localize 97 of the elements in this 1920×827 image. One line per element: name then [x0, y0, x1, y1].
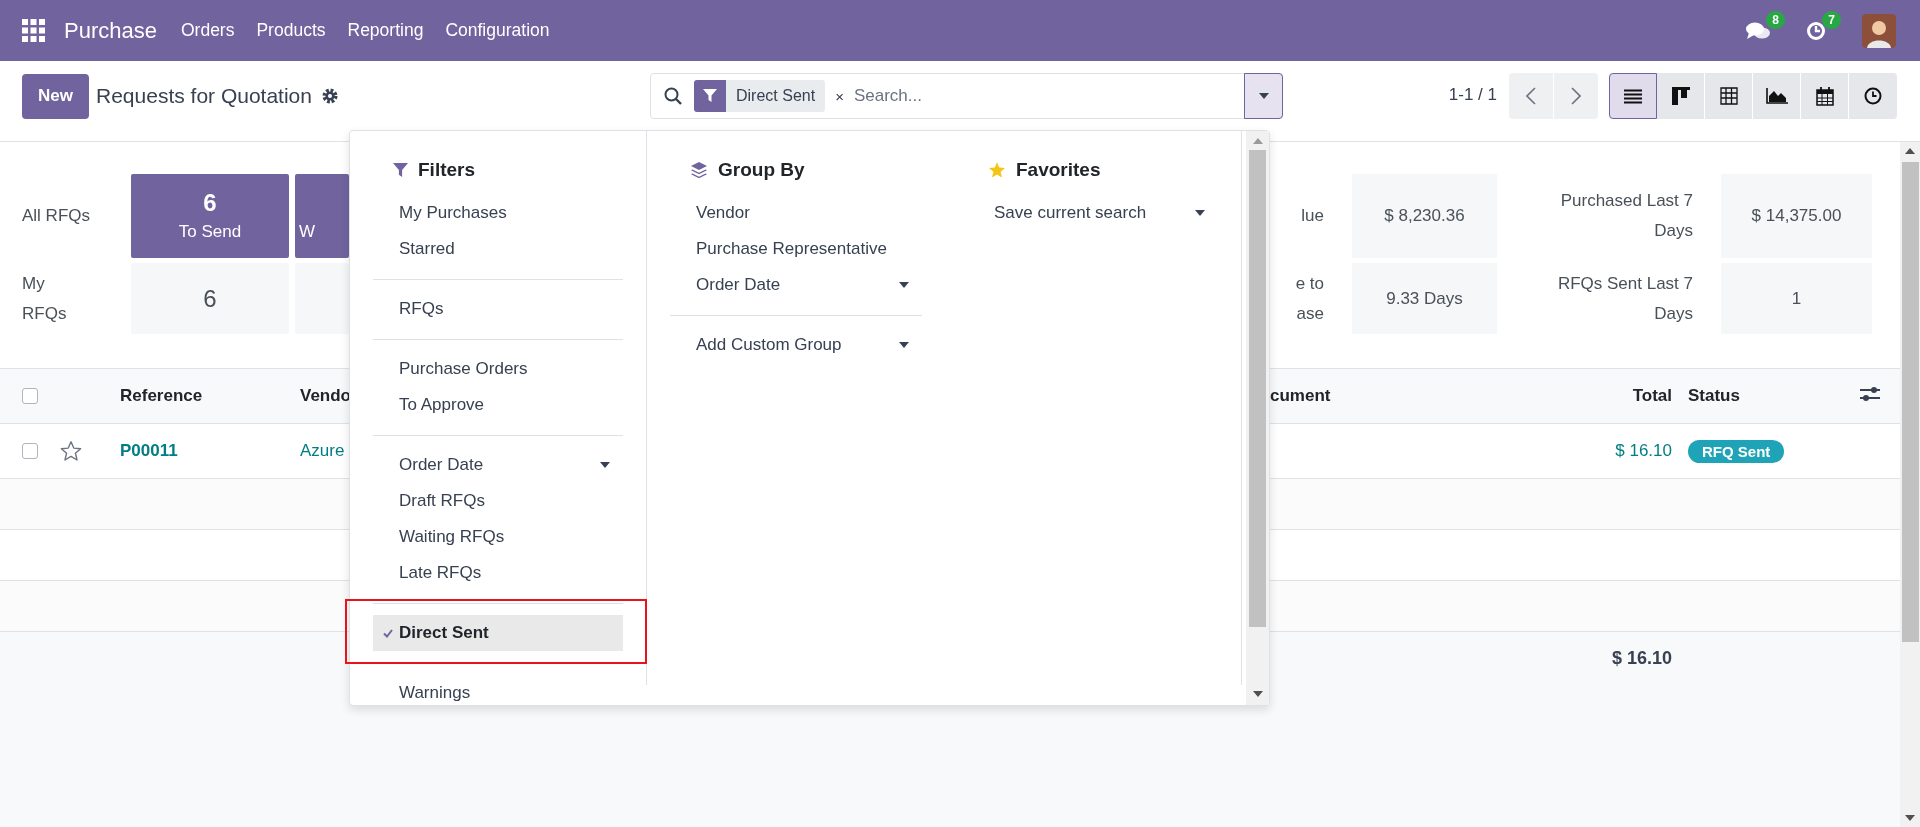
column-header[interactable]: Vendo	[300, 386, 351, 406]
scroll-up-icon[interactable]	[1905, 148, 1915, 154]
scroll-down-icon[interactable]	[1905, 815, 1915, 821]
filter-option[interactable]: Direct Sent	[373, 615, 623, 651]
page-title: Requests for Quotation	[96, 84, 312, 108]
area-chart-icon	[1765, 88, 1788, 104]
filter-option[interactable]: To Approve	[373, 387, 623, 423]
checkbox[interactable]	[22, 388, 38, 404]
filter-option[interactable]: RFQs	[373, 291, 623, 327]
calendar-view-button[interactable]	[1801, 73, 1849, 119]
caret-icon	[899, 282, 909, 288]
group-by-option[interactable]: Purchase Representative	[670, 231, 922, 267]
clock-icon	[1864, 87, 1882, 105]
new-button[interactable]: New	[22, 73, 89, 119]
stat-label: ase	[1296, 302, 1324, 325]
filter-option[interactable]: Purchase Orders	[373, 351, 623, 387]
filter-icon	[393, 162, 408, 178]
checkbox[interactable]	[22, 443, 38, 459]
group-by-option[interactable]: Vendor	[670, 195, 922, 231]
app-name[interactable]: Purchase	[64, 17, 157, 44]
stat-value[interactable]: 9.33 Days	[1352, 263, 1497, 334]
stat-label: lue	[1301, 205, 1324, 227]
search-options-toggle[interactable]	[1244, 73, 1283, 119]
star-icon	[988, 161, 1006, 179]
caret-icon	[1258, 93, 1269, 99]
sliders-icon[interactable]	[1860, 385, 1880, 402]
row-label: My RFQs	[22, 272, 68, 325]
stat-value[interactable]: $ 8,230.36	[1352, 174, 1497, 258]
total-sum: $ 16.10	[1610, 647, 1672, 669]
section-title: Favorites	[1016, 159, 1101, 181]
stat-value[interactable]: 1	[1721, 263, 1872, 334]
filter-option[interactable]: Draft RFQs	[373, 483, 623, 519]
layers-icon	[690, 161, 708, 179]
status-badge: RFQ Sent	[1688, 439, 1785, 463]
clock-icon[interactable]	[1806, 20, 1826, 41]
section-title: Group By	[718, 159, 805, 181]
filter-option[interactable]: Order Date	[373, 447, 623, 483]
filter-option[interactable]: My Purchases	[373, 195, 623, 231]
gear-icon[interactable]	[321, 88, 338, 104]
filter-option[interactable]: Warnings	[373, 675, 623, 711]
chat-icon[interactable]	[1746, 20, 1770, 41]
search-icon[interactable]	[664, 87, 682, 105]
stat-label: RFQs Sent Last 7 Days	[1556, 272, 1693, 325]
kanban-icon	[1671, 87, 1690, 105]
menu-item[interactable]: Products	[246, 20, 336, 41]
activity-count-badge: 7	[1822, 10, 1841, 29]
caret-icon	[899, 342, 909, 348]
stat-label: e to	[1295, 272, 1324, 295]
group-by-option[interactable]: Order Date	[670, 267, 922, 303]
column-header[interactable]: Status	[1672, 386, 1860, 406]
message-count-badge: 8	[1766, 10, 1785, 29]
menu-item[interactable]: Configuration	[435, 20, 560, 41]
stat-label: Purchased Last 7 Days	[1559, 190, 1693, 242]
chevron-left-icon	[1526, 87, 1536, 105]
remove-facet-button[interactable]: ×	[835, 87, 844, 105]
menu-item[interactable]: Save current search	[968, 195, 1218, 231]
caret-icon	[1195, 210, 1205, 216]
row-label: All RFQs	[22, 205, 91, 227]
pivot-view-button[interactable]	[1705, 73, 1753, 119]
chevron-right-icon	[1571, 87, 1581, 105]
stat-tile[interactable]	[295, 263, 349, 334]
column-header[interactable]: Total	[1560, 386, 1672, 406]
graph-view-button[interactable]	[1753, 73, 1801, 119]
list-icon	[1624, 88, 1642, 104]
scrollbar-thumb[interactable]	[1901, 162, 1919, 642]
menu-item[interactable]: Reporting	[337, 20, 434, 41]
amount-cell-text: $ 16.10	[1614, 441, 1672, 461]
filter-option[interactable]: Waiting RFQs	[373, 519, 623, 555]
menu-item[interactable]: Orders	[170, 20, 245, 41]
search-field[interactable]: Direct Sent × Search...	[650, 73, 1283, 119]
filter-facet[interactable]: Direct Sent	[726, 80, 826, 112]
stat-tile[interactable]: W	[295, 174, 349, 258]
filter-facet-icon	[694, 80, 726, 112]
column-header[interactable]: cument	[1270, 386, 1331, 406]
apps-grid-icon[interactable]	[22, 19, 45, 42]
vendor-link[interactable]: Azure	[300, 441, 345, 461]
activity-view-button[interactable]	[1849, 73, 1897, 119]
check-icon	[383, 629, 393, 638]
avatar[interactable]	[1862, 13, 1896, 48]
group-by-option[interactable]: Add Custom Group	[670, 327, 922, 363]
table-icon	[1719, 87, 1738, 105]
caret-icon	[600, 462, 610, 468]
scrollbar-thumb[interactable]	[1249, 150, 1266, 627]
filter-option[interactable]: Late RFQs	[373, 555, 623, 591]
stat-value[interactable]: $ 14,375.00	[1721, 174, 1872, 258]
section-title: Filters	[418, 159, 476, 181]
scroll-down-icon[interactable]	[1252, 691, 1263, 697]
column-header[interactable]: Reference	[120, 386, 203, 406]
pager-value: 1-1 / 1	[1448, 85, 1497, 105]
list-view-button[interactable]	[1609, 73, 1657, 119]
reference-link[interactable]: P00011	[120, 441, 300, 461]
stat-tile[interactable]: 6	[131, 263, 289, 334]
star-icon[interactable]	[60, 440, 82, 462]
stat-tile[interactable]: 6 To Send	[131, 174, 289, 258]
calendar-icon	[1815, 86, 1834, 106]
kanban-view-button[interactable]	[1657, 73, 1705, 119]
filter-option[interactable]: Starred	[373, 231, 623, 267]
